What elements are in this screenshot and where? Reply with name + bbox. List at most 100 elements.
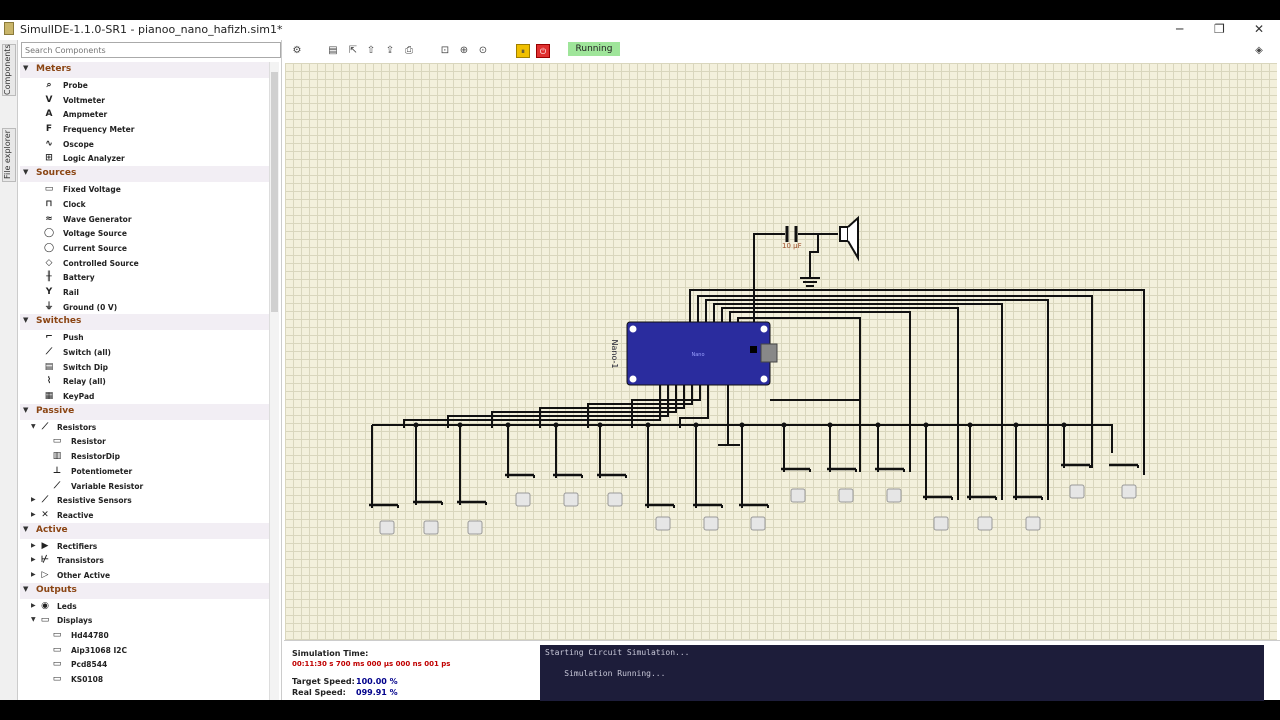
component-item[interactable]: ▶ ▷ Other Active [20,568,269,583]
capacitor[interactable]: 10 µF [782,226,802,250]
component-item[interactable]: ▭ Resistor [20,434,269,449]
push-button[interactable] [693,503,723,531]
expand-down-icon[interactable]: ▼ [31,423,36,430]
push-button[interactable] [1109,463,1139,499]
pause-icon[interactable]: ⏸ [516,44,530,58]
push-button[interactable] [645,503,675,531]
settings-gear-icon[interactable]: ⚙ [290,44,304,58]
component-item[interactable]: ◯ Current Source [20,241,269,256]
component-item[interactable]: ▤ Switch Dip [20,360,269,375]
category-outputs[interactable]: Outputs [20,582,269,599]
component-item[interactable]: ▼ ⟋ Resistors [20,420,269,435]
component-item[interactable]: F Frequency Meter [20,122,269,137]
push-button[interactable] [369,503,399,535]
component-item[interactable]: ⏚ Ground (0 V) [20,300,269,315]
component-tree: Meters ⌕ Probe V Voltmeter A Ampmeter F Frequenc… [20,62,269,700]
component-item[interactable]: ⌐ Push [20,330,269,345]
push-button[interactable] [875,467,905,503]
category-active[interactable]: Active [20,522,269,539]
push-button[interactable] [457,500,487,535]
zoom-in-icon[interactable]: ⊕ [457,44,471,58]
category-sources[interactable]: Sources [20,166,269,183]
component-item[interactable]: ▶ ▶ Rectifiers [20,539,269,554]
displays-icon: ▭ [40,615,50,626]
title-bar: SimulIDE-1.1.0-SR1 - pianoo_nano_hafizh.… [0,20,1280,40]
push-button[interactable] [781,467,811,503]
component-item[interactable]: ≈ Wave Generator [20,212,269,227]
minimize-icon[interactable]: ─ [1176,22,1183,36]
arduino-nano-board[interactable]: Nano Nano-1 [610,321,778,386]
switch-icon: ⟋ [45,347,53,357]
component-item[interactable]: ◯ Voltage Source [20,226,269,241]
push-button[interactable] [505,473,535,507]
component-item[interactable]: ▥ ResistorDip [20,449,269,464]
tree-scrollbar[interactable] [269,62,279,700]
tab-components[interactable]: Components [2,44,16,96]
export-icon[interactable]: ⎙ [402,44,416,58]
component-item[interactable]: ▭ KS0108 [20,672,269,687]
component-item[interactable]: ▶ ⟋ Resistive Sensors [20,493,269,508]
category-switches[interactable]: Switches [20,314,269,331]
component-item[interactable]: ⌇ Relay (all) [20,374,269,389]
new-circuit-icon[interactable]: ▤ [326,44,340,58]
component-item[interactable]: ▭ Pcd8544 [20,657,269,672]
info-icon[interactable]: ◈ [1252,44,1266,58]
ampmeter-icon: A [45,109,53,120]
component-item[interactable]: ▼ ▭ Displays [20,613,269,628]
push-button[interactable] [413,500,443,535]
component-item[interactable]: ▶ ◉ Leds [20,599,269,614]
component-item[interactable]: V Voltmeter [20,93,269,108]
close-icon[interactable]: ✕ [1254,22,1264,36]
expand-right-icon[interactable]: ▶ [31,496,36,503]
push-button[interactable] [827,467,857,503]
circuit-canvas[interactable]: 10 µF Nano Nano-1 [285,63,1277,660]
pcd8544-icon: ▭ [52,659,62,670]
console-output: Starting Circuit Simulation... Simulatio… [540,645,1264,701]
component-item[interactable]: ▭ Hd44780 [20,628,269,643]
push-button[interactable] [739,503,769,531]
push-button[interactable] [597,473,627,507]
push-button[interactable] [967,495,997,531]
save-as-icon[interactable]: ⇪ [383,44,397,58]
zoom-fit-icon[interactable]: ⊡ [438,44,452,58]
push-button[interactable] [923,495,953,531]
component-item[interactable]: ⊥ Potentiometer [20,464,269,479]
expand-right-icon[interactable]: ▶ [31,542,36,549]
expand-right-icon[interactable]: ▶ [31,571,36,578]
push-button[interactable] [1061,463,1091,499]
component-item[interactable]: ⊞ Logic Analyzer [20,151,269,166]
category-meters[interactable]: Meters [20,62,269,78]
speaker-icon[interactable] [839,215,859,262]
expand-right-icon[interactable]: ▶ [31,602,36,609]
expand-right-icon[interactable]: ▶ [31,511,36,518]
expand-down-icon[interactable]: ▼ [31,616,36,623]
component-item[interactable]: A Ampmeter [20,107,269,122]
component-item[interactable]: ⟋ Switch (all) [20,345,269,360]
zoom-one-icon[interactable]: ⊙ [476,44,490,58]
component-label: Probe [63,81,88,90]
power-icon[interactable]: ⏻ [536,44,550,58]
component-item[interactable]: ▭ Fixed Voltage [20,182,269,197]
component-item[interactable]: ╫ Battery [20,270,269,285]
restore-icon[interactable]: ❐ [1214,22,1225,36]
push-button[interactable] [553,473,583,507]
component-item[interactable]: ▶ ✕ Reactive [20,508,269,523]
component-item[interactable]: Y Rail [20,285,269,300]
component-item[interactable]: ◇ Controlled Source [20,256,269,271]
component-item[interactable]: ⌕ Probe [20,78,269,93]
open-circuit-icon[interactable]: ⇱ [346,44,360,58]
component-item[interactable]: ⟋ Variable Resistor [20,479,269,494]
tab-file-explorer[interactable]: File explorer [2,128,16,182]
component-item[interactable]: ⊓ Clock [20,197,269,212]
component-label: Switch Dip [63,362,109,372]
scrollbar-thumb[interactable] [271,72,278,312]
component-item[interactable]: ▶ ⊬ Transistors [20,553,269,568]
search-input[interactable] [21,42,281,58]
component-item[interactable]: ▦ KeyPad [20,389,269,404]
component-item[interactable]: ∿ Oscope [20,137,269,152]
component-item[interactable]: ▭ Aip31068 I2C [20,643,269,658]
category-passive[interactable]: Passive [20,403,269,420]
push-button[interactable] [1013,495,1043,531]
save-circuit-icon[interactable]: ⇧ [364,44,378,58]
expand-right-icon[interactable]: ▶ [31,556,36,563]
